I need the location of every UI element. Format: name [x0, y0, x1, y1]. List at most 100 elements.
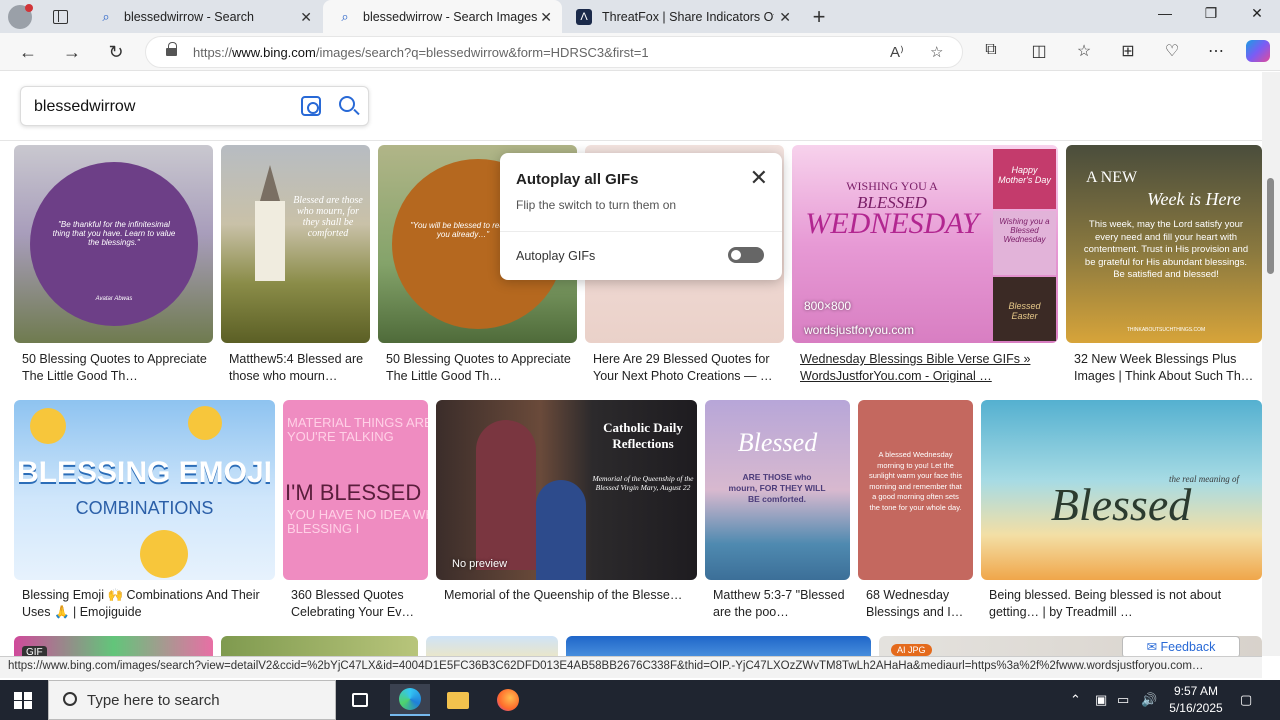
popup-title: Autoplay all GIFs	[516, 171, 639, 188]
result-image[interactable]: the real meaning of Blessed	[981, 400, 1262, 580]
firefox-icon	[497, 689, 519, 711]
result-caption[interactable]: Being blessed. Being blessed is not abou…	[989, 587, 1257, 623]
show-hidden-icons[interactable]: ⌃	[1070, 692, 1081, 708]
taskbar-search-box[interactable]: Type here to search	[48, 680, 336, 720]
close-tab-icon[interactable]: ✕	[779, 9, 791, 26]
tile-headline: WISHING YOU A	[846, 179, 938, 193]
refresh-button[interactable]: ↻	[103, 40, 129, 64]
tab-search-images[interactable]: ⌕ blessedwirrow - Search Images ✕	[323, 0, 562, 33]
side-thumbnail: Blessed Easter	[993, 277, 1056, 341]
bing-images-page: blessedwirrow "Be thankful for the infin…	[0, 72, 1262, 656]
tile-text: YOU HAVE NO IDEA WHAT A BLESSING I	[287, 507, 428, 536]
tab-threatfox[interactable]: Λ ThreatFox | Share Indicators Of Compro…	[562, 0, 801, 33]
ai-image-badge: AI JPG	[891, 644, 932, 656]
result-caption[interactable]: 32 New Week Blessings Plus Images | Thin…	[1074, 351, 1260, 387]
tile-headline: Catholic Daily Reflections	[603, 420, 683, 451]
volume-icon[interactable]: 🔊	[1141, 692, 1157, 708]
close-window-button[interactable]: ✕	[1242, 5, 1272, 22]
result-image[interactable]: Blessed ARE THOSE who mourn, FOR THEY WI…	[705, 400, 850, 580]
result-image[interactable]	[426, 636, 558, 656]
result-caption[interactable]: Matthew 5:3-7 "Blessed are the poo…	[713, 587, 848, 623]
start-button[interactable]	[14, 692, 32, 709]
search-input[interactable]: blessedwirrow	[34, 98, 135, 116]
header-divider	[0, 140, 1262, 141]
extensions-icon[interactable]: ⧉	[978, 41, 1004, 59]
search-icon[interactable]	[339, 96, 355, 112]
copilot-icon[interactable]	[1246, 40, 1270, 62]
church-spire	[260, 165, 280, 201]
collections-icon[interactable]: ⊞	[1115, 41, 1141, 61]
autoplay-toggle[interactable]	[728, 247, 764, 263]
firefox-taskbar-button[interactable]	[488, 684, 528, 716]
result-image[interactable]	[566, 636, 871, 656]
side-thumbnail: Happy Mother's Day	[993, 149, 1056, 209]
result-image[interactable]	[221, 636, 418, 656]
close-tab-icon[interactable]: ✕	[300, 9, 312, 26]
browser-essentials-icon[interactable]: ♡	[1159, 41, 1185, 61]
forward-button[interactable]: →	[59, 40, 85, 64]
new-tab-button[interactable]: +	[807, 4, 831, 30]
close-icon[interactable]: ✕	[750, 165, 768, 191]
read-aloud-icon[interactable]: A⁾	[890, 43, 904, 61]
result-image[interactable]: BLESSING EMOJI COMBINATIONS	[14, 400, 275, 580]
result-caption[interactable]: Matthew5:4 Blessed are those who mourn…	[229, 351, 364, 387]
result-image[interactable]: A blessed Wednesday morning to you! Let …	[858, 400, 973, 580]
result-image[interactable]: A NEW Week is Here This week, may the Lo…	[1066, 145, 1262, 343]
tab-title: blessedwirrow - Search Images	[363, 9, 538, 24]
tile-headline: I'M BLESSED	[285, 480, 422, 505]
lock-icon[interactable]	[166, 42, 177, 58]
vertical-scrollbar[interactable]	[1262, 72, 1280, 656]
network-icon[interactable]: ▭	[1117, 692, 1129, 708]
result-image[interactable]: Blessed are those who mourn, for they sh…	[221, 145, 370, 343]
minimize-button[interactable]: —	[1150, 5, 1180, 21]
back-button[interactable]: ←	[15, 40, 41, 64]
restore-button[interactable]: ❐	[1196, 5, 1226, 22]
result-caption[interactable]: 68 Wednesday Blessings and I…	[866, 587, 971, 623]
tab-search[interactable]: ⌕ blessedwirrow - Search ✕	[84, 0, 322, 33]
result-image[interactable]: Catholic Daily Reflections Memorial of t…	[436, 400, 697, 580]
address-bar[interactable]: https://www.bing.com/images/search?q=ble…	[145, 36, 963, 68]
edge-taskbar-button[interactable]	[390, 684, 430, 716]
favorites-icon[interactable]: ☆	[1071, 41, 1097, 61]
profile-avatar[interactable]	[8, 4, 33, 29]
tile-headline: COMBINATIONS	[75, 498, 214, 518]
file-explorer-taskbar-button[interactable]	[438, 684, 478, 716]
result-caption[interactable]: Blessing Emoji 🙌 Combinations And Their …	[22, 587, 272, 623]
system-clock[interactable]: 9:57 AM 5/16/2025	[1164, 683, 1228, 717]
result-image[interactable]: GIF	[14, 636, 213, 656]
tile-quote: "Be thankful for the infinitesimal thing…	[52, 220, 176, 247]
result-caption-link[interactable]: Wednesday Blessings Bible Verse GIFs » W…	[800, 351, 1050, 387]
visual-search-icon[interactable]	[301, 96, 321, 116]
clock-date: 5/16/2025	[1169, 701, 1223, 715]
painting-figure	[476, 420, 536, 570]
result-caption[interactable]: 50 Blessing Quotes to Appreciate The Lit…	[386, 351, 571, 387]
device-icon[interactable]: ▣	[1095, 692, 1107, 708]
scrollbar-thumb[interactable]	[1267, 178, 1274, 274]
result-caption[interactable]: Here Are 29 Blessed Quotes for Your Next…	[593, 351, 778, 387]
split-screen-icon[interactable]: ◫	[1026, 41, 1052, 61]
result-caption[interactable]: Memorial of the Queenship of the Blesse…	[444, 587, 694, 607]
url-text[interactable]: https://www.bing.com/images/search?q=ble…	[193, 45, 649, 60]
emoji-face	[140, 530, 188, 578]
more-menu-icon[interactable]: ⋯	[1203, 41, 1229, 61]
search-icon: ⌕	[102, 8, 110, 24]
result-image[interactable]: MATERIAL THINGS ARE WHAT YOU'RE TALKING …	[283, 400, 428, 580]
task-view-button[interactable]	[340, 684, 380, 716]
notifications-icon[interactable]: ▢	[1240, 692, 1252, 708]
search-icon	[63, 692, 77, 706]
close-tab-icon[interactable]: ✕	[540, 9, 552, 26]
result-caption[interactable]: 50 Blessing Quotes to Appreciate The Lit…	[22, 351, 207, 387]
tab-actions-icon[interactable]	[48, 6, 72, 28]
church-illustration	[255, 201, 285, 281]
result-image-hovered[interactable]: WISHING YOU A BLESSED WEDNESDAY Happy Mo…	[792, 145, 1058, 343]
image-source[interactable]: wordsjustforyou.com	[804, 323, 914, 337]
favorite-star-icon[interactable]: ☆	[930, 43, 943, 61]
result-caption[interactable]: 360 Blessed Quotes Celebrating Your Ev…	[291, 587, 426, 623]
tile-source: THINKABOUTSUCHTHINGS.COM	[1126, 327, 1206, 333]
search-box[interactable]: blessedwirrow	[20, 86, 369, 126]
feedback-button[interactable]: ✉ Feedback	[1122, 636, 1240, 658]
result-image[interactable]: "Be thankful for the infinitesimal thing…	[14, 145, 213, 343]
status-bar-url: https://www.bing.com/images/search?view=…	[0, 656, 1262, 678]
popup-divider	[500, 231, 782, 232]
edge-icon	[399, 688, 421, 710]
